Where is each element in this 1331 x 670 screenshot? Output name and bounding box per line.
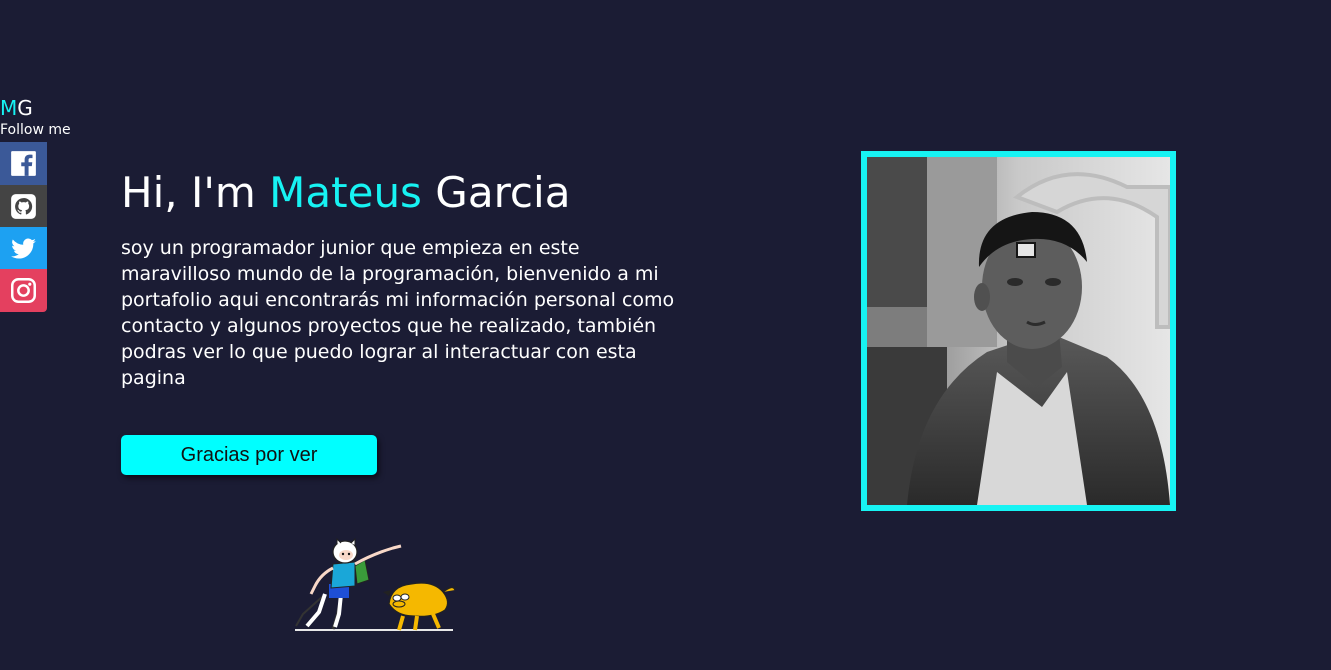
instagram-icon — [11, 278, 36, 303]
last-name: Garcia — [421, 168, 571, 217]
hero-title: Hi, I'm Mateus Garcia — [121, 166, 570, 220]
logo[interactable]: MG — [0, 96, 33, 120]
adventure-time-image — [293, 534, 458, 634]
github-link[interactable] — [0, 185, 47, 227]
facebook-icon — [11, 151, 36, 176]
facebook-link[interactable] — [0, 142, 47, 185]
follow-label: Follow me — [0, 122, 71, 138]
github-icon — [11, 193, 36, 219]
profile-photo-image — [867, 157, 1170, 505]
finn-and-jake-drawing — [295, 537, 456, 631]
logo-letter-m: M — [0, 96, 18, 120]
profile-photo — [861, 151, 1176, 511]
social-sidebar — [0, 142, 47, 312]
greeting-text: Hi, I'm — [121, 168, 270, 217]
instagram-link[interactable] — [0, 269, 47, 312]
portfolio-page: MG Follow me Hi, I'm Mateus Garcia soy u… — [0, 0, 1331, 670]
twitter-icon — [11, 238, 36, 259]
hero-description: soy un programador junior que empieza en… — [121, 237, 675, 389]
logo-letter-g: G — [17, 96, 33, 120]
thanks-button[interactable]: Gracias por ver — [121, 435, 377, 475]
twitter-link[interactable] — [0, 227, 47, 269]
first-name: Mateus — [269, 168, 422, 217]
